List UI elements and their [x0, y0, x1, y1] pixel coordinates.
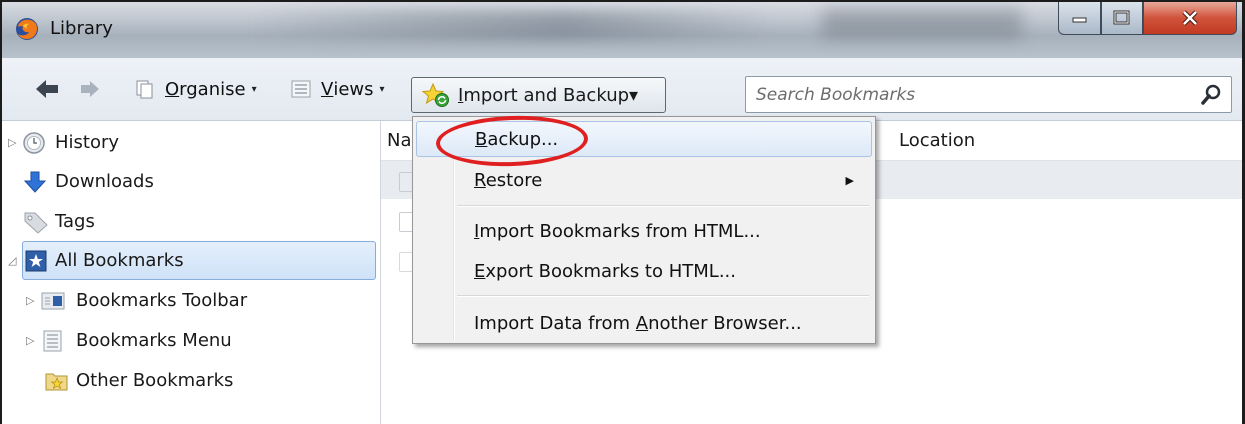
- expand-twisty-icon[interactable]: ▷: [26, 334, 34, 347]
- star-refresh-icon: [422, 82, 449, 107]
- name-column-header[interactable]: Na: [387, 121, 412, 160]
- menu-separator: [457, 205, 869, 207]
- dropdown-arrow-icon: ▾: [629, 84, 639, 106]
- views-icon: [291, 80, 311, 98]
- sidebar-item-bookmarks-menu[interactable]: ▷ Bookmarks Menu: [2, 321, 378, 360]
- bookmarks-star-icon: [25, 250, 47, 271]
- sidebar-item-tags[interactable]: Tags: [2, 202, 378, 241]
- window-title: Library: [50, 18, 113, 39]
- menu-item-restore[interactable]: Restore ▶: [416, 162, 872, 198]
- organise-menu-button[interactable]: Organise ▾: [134, 58, 257, 120]
- back-button[interactable]: [34, 58, 60, 120]
- title-bar[interactable]: Library: [2, 2, 1242, 58]
- sidebar-item-all-bookmarks[interactable]: ◿ All Bookmarks: [8, 241, 376, 280]
- toolbar-folder-icon: [41, 292, 65, 309]
- toolbar: Organise ▾ Views ▾ Import and Backup ▾: [2, 58, 1242, 121]
- menu-folder-icon: [43, 330, 62, 351]
- maximize-button[interactable]: [1101, 2, 1143, 35]
- star-folder-icon: [45, 373, 68, 390]
- minimize-icon: [1072, 17, 1086, 23]
- bookmark-item-icon: [399, 252, 412, 272]
- bookmark-item-icon: [399, 172, 412, 192]
- menu-item-import-html[interactable]: Import Bookmarks from HTML...: [416, 213, 872, 249]
- expand-twisty-icon[interactable]: ▷: [8, 136, 16, 149]
- import-and-backup-button[interactable]: Import and Backup ▾: [411, 77, 666, 113]
- firefox-icon: [16, 18, 38, 40]
- organise-icon: [136, 80, 153, 99]
- close-button[interactable]: [1143, 2, 1237, 35]
- minimize-button[interactable]: [1058, 2, 1101, 35]
- sidebar-item-bookmarks-toolbar[interactable]: ▷ Bookmarks Toolbar: [2, 281, 378, 320]
- search-icon[interactable]: [1199, 82, 1225, 108]
- expand-twisty-icon[interactable]: ▷: [26, 294, 34, 307]
- collapse-twisty-icon[interactable]: ◿: [8, 254, 16, 267]
- close-icon: [1182, 10, 1198, 26]
- import-backup-menu: Backup... Restore ▶ Import Bookmarks fro…: [412, 116, 876, 344]
- library-window: Library Organise ▾ Views ▾ I mport and B…: [0, 0, 1245, 424]
- search-box[interactable]: [745, 76, 1232, 113]
- bookmark-item-icon: [399, 212, 412, 232]
- menu-separator: [457, 295, 869, 297]
- library-sidebar: ▷ History Downloads Tags ◿ All Bookmarks…: [2, 121, 381, 424]
- download-arrow-icon: [23, 171, 47, 193]
- forward-arrow-icon: [81, 81, 99, 97]
- sidebar-item-other-bookmarks[interactable]: Other Bookmarks: [2, 361, 378, 400]
- menu-item-export-html[interactable]: Export Bookmarks to HTML...: [416, 253, 872, 289]
- tag-icon: [24, 212, 48, 234]
- menu-item-backup[interactable]: Backup...: [416, 121, 872, 157]
- clock-icon: [23, 131, 45, 154]
- views-menu-button[interactable]: Views ▾: [290, 58, 385, 120]
- forward-button[interactable]: [79, 58, 101, 120]
- sidebar-item-history[interactable]: ▷ History: [2, 123, 378, 162]
- location-column-header[interactable]: Location: [899, 121, 975, 160]
- dropdown-arrow-icon: ▾: [251, 83, 257, 95]
- back-arrow-icon: [36, 80, 58, 98]
- search-input[interactable]: [746, 78, 1199, 111]
- submenu-arrow-icon: ▶: [845, 173, 854, 187]
- maximize-icon: [1113, 10, 1130, 25]
- menu-item-import-other-browser[interactable]: Import Data from Another Browser...: [416, 305, 872, 341]
- dropdown-arrow-icon: ▾: [379, 83, 385, 95]
- sidebar-item-downloads[interactable]: Downloads: [2, 162, 378, 201]
